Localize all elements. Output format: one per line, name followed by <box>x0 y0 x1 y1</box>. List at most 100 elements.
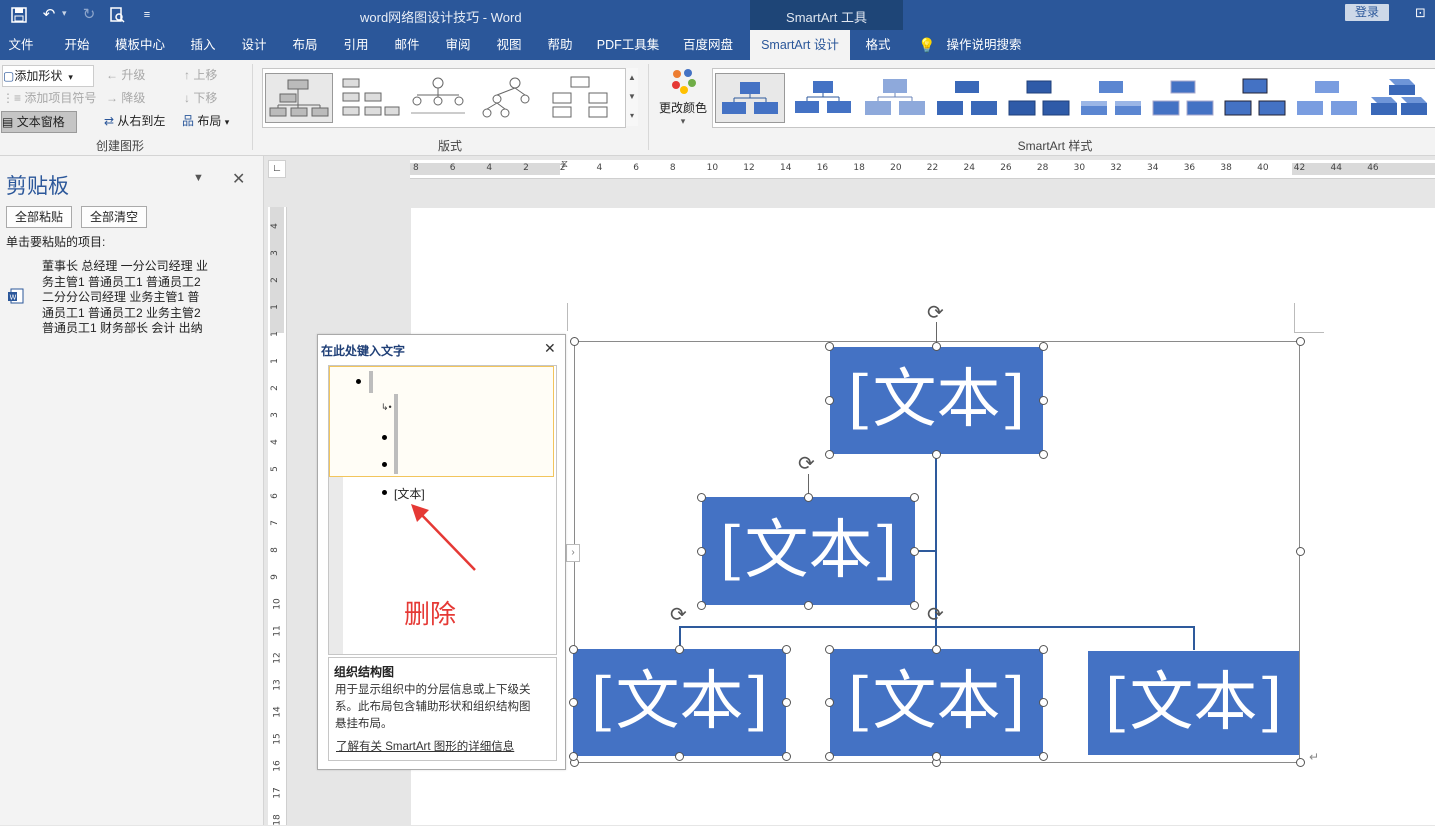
tab-insert[interactable]: 插入 <box>182 30 224 60</box>
learn-more-link[interactable]: 了解有关 SmartArt 图形的详细信息 <box>336 738 514 754</box>
text-pane-editor[interactable]: ↳• [文本] 删除 <box>328 365 557 655</box>
add-bullet-button[interactable]: ⋮≡ 添加项目符号 <box>2 88 96 108</box>
resize-handle[interactable] <box>675 752 684 761</box>
resize-handle[interactable] <box>782 645 791 654</box>
undo-dropdown-icon[interactable]: ▾ <box>62 8 67 19</box>
rotate-handle-icon[interactable]: ⟳ <box>927 605 944 625</box>
layout-thumb-hierarchy[interactable] <box>335 73 401 121</box>
resize-handle[interactable] <box>697 547 706 556</box>
style-thumb-simple-fill[interactable] <box>715 73 785 123</box>
resize-handle[interactable] <box>804 493 813 502</box>
clipboard-item[interactable]: 董事长 总经理 一分公司经理 业 务主管1 普通员工1 普通员工2 二分分公司经… <box>42 259 254 337</box>
resize-handle[interactable] <box>1039 450 1048 459</box>
redo-icon[interactable]: ↻ <box>78 4 100 26</box>
tab-review[interactable]: 审阅 <box>437 30 479 60</box>
bullet-text[interactable]: [文本] <box>394 485 425 502</box>
tab-help[interactable]: 帮助 <box>539 30 581 60</box>
resize-handle[interactable] <box>932 450 941 459</box>
resize-handle[interactable] <box>1039 752 1048 761</box>
resize-handle[interactable] <box>1039 396 1048 405</box>
tab-template-center[interactable]: 模板中心 <box>108 30 172 60</box>
customize-icon[interactable]: ≡ <box>136 4 158 26</box>
search-tell-me[interactable]: 操作说明搜索 <box>942 30 1026 60</box>
style-thumb-moderate[interactable] <box>933 73 1001 121</box>
tab-home[interactable]: 开始 <box>52 30 102 60</box>
resize-handle[interactable] <box>825 396 834 405</box>
style-thumb-inset[interactable] <box>1149 73 1217 121</box>
tab-design[interactable]: 设计 <box>233 30 275 60</box>
tab-selector[interactable]: ∟ <box>268 160 286 178</box>
smartart-node-child-1[interactable]: [文本] <box>573 649 786 756</box>
resize-handle[interactable] <box>1039 645 1048 654</box>
pane-options-icon[interactable]: ▼ <box>193 172 204 184</box>
text-pane-button[interactable]: ▤ 文本窗格 <box>1 111 77 133</box>
move-up-button[interactable]: ↑ 上移 <box>184 65 217 85</box>
move-down-button[interactable]: ↓ 下移 <box>184 88 217 108</box>
style-thumb-3d-brick[interactable] <box>1365 73 1433 121</box>
undo-icon[interactable]: ↶ <box>38 4 60 26</box>
tab-pdf-tools[interactable]: PDF工具集 <box>592 30 664 60</box>
tab-baidu-netdisk[interactable]: 百度网盘 <box>674 30 742 60</box>
horizontal-ruler[interactable]: 8 6 4 2 2 4 6 8 10 12 14 16 18 20 22 24 26 28 30 32 34 36 38 40… <box>410 159 1435 179</box>
right-to-left-button[interactable]: ⇄ 从右到左 <box>104 111 165 131</box>
style-thumb-intense[interactable] <box>1005 73 1073 121</box>
rotate-handle-icon[interactable]: ⟳ <box>927 303 944 323</box>
layout-button[interactable]: 品 布局 ▾ <box>182 111 229 131</box>
resize-handle[interactable] <box>825 450 834 459</box>
resize-handle[interactable] <box>1296 547 1305 556</box>
vertical-ruler[interactable]: 4 3 2 1 1 1 2 3 4 5 6 7 8 9 10 11 12 13 14 15 16 17 18 <box>268 207 287 826</box>
login-button[interactable]: 登录 <box>1345 4 1389 21</box>
clear-all-button[interactable]: 全部清空 <box>81 206 147 228</box>
ribbon-display-icon[interactable]: ⊡ <box>1415 5 1426 21</box>
layout-thumb-table-hierarchy[interactable] <box>547 73 613 121</box>
chevron-right-icon[interactable]: › <box>566 544 580 562</box>
demote-button[interactable]: → 降级 <box>106 88 145 108</box>
resize-handle[interactable] <box>825 342 834 351</box>
layouts-scroll[interactable]: ▲ ▼ ▾ <box>625 68 638 126</box>
resize-handle[interactable] <box>1296 337 1305 346</box>
resize-handle[interactable] <box>910 547 919 556</box>
resize-handle[interactable] <box>932 645 941 654</box>
close-icon[interactable]: ✕ <box>544 340 556 357</box>
print-preview-icon[interactable] <box>106 4 128 26</box>
style-thumb-powder[interactable] <box>1293 73 1361 121</box>
style-thumb-cartoon[interactable] <box>1221 73 1289 121</box>
resize-handle[interactable] <box>932 342 941 351</box>
resize-handle[interactable] <box>1296 758 1305 767</box>
selected-bullet-group[interactable] <box>329 366 554 477</box>
close-icon[interactable]: ✕ <box>232 169 245 189</box>
tab-smartart-design[interactable]: SmartArt 设计 <box>750 30 850 60</box>
tab-file[interactable]: 文件 <box>0 30 42 60</box>
resize-handle[interactable] <box>825 645 834 654</box>
promote-button[interactable]: ← 升级 <box>106 65 145 85</box>
resize-handle[interactable] <box>825 698 834 707</box>
layout-thumb-labeled-hierarchy[interactable] <box>475 73 541 121</box>
resize-handle[interactable] <box>910 493 919 502</box>
resize-handle[interactable] <box>569 752 578 761</box>
resize-handle[interactable] <box>932 752 941 761</box>
layout-thumb-org-chart[interactable] <box>265 73 333 123</box>
resize-handle[interactable] <box>782 752 791 761</box>
resize-handle[interactable] <box>1039 698 1048 707</box>
resize-handle[interactable] <box>910 601 919 610</box>
change-colors-button[interactable]: 更改颜色 ▾ <box>656 66 710 132</box>
layout-thumb-circle-hierarchy[interactable] <box>405 73 471 121</box>
add-shape-button[interactable]: ▢添加形状 ▾ <box>2 65 94 87</box>
rotate-handle-icon[interactable]: ⟳ <box>798 454 815 474</box>
resize-handle[interactable] <box>697 493 706 502</box>
smartart-node-child-3[interactable]: [文本] <box>1088 651 1299 755</box>
tab-layout[interactable]: 布局 <box>284 30 326 60</box>
resize-handle[interactable] <box>570 337 579 346</box>
resize-handle[interactable] <box>569 645 578 654</box>
resize-handle[interactable] <box>569 698 578 707</box>
resize-handle[interactable] <box>825 752 834 761</box>
resize-handle[interactable] <box>675 645 684 654</box>
style-thumb-subtle[interactable] <box>861 73 929 121</box>
resize-handle[interactable] <box>697 601 706 610</box>
style-thumb-white-outline[interactable] <box>789 73 857 121</box>
resize-handle[interactable] <box>1039 342 1048 351</box>
rotate-handle-icon[interactable]: ⟳ <box>670 605 687 625</box>
resize-handle[interactable] <box>782 698 791 707</box>
tab-view[interactable]: 视图 <box>488 30 530 60</box>
save-icon[interactable] <box>8 4 30 26</box>
